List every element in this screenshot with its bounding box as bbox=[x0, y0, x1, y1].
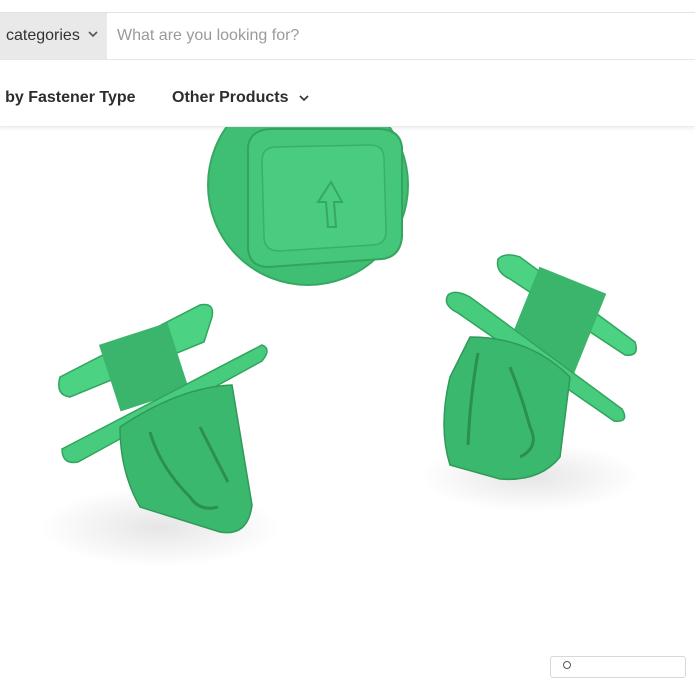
search-input[interactable] bbox=[107, 13, 695, 59]
image-zoom-control[interactable] bbox=[550, 656, 686, 678]
chevron-down-icon bbox=[88, 29, 98, 41]
nav-item-label: Other Products bbox=[172, 89, 289, 106]
nav-item-other-products[interactable]: Other Products bbox=[172, 89, 309, 107]
clip-right bbox=[443, 254, 637, 481]
category-select-label: categories bbox=[6, 27, 80, 44]
search-bar: categories bbox=[0, 13, 695, 60]
top-strip bbox=[0, 0, 695, 13]
nav-item-label: ch by Fastener Type bbox=[0, 89, 136, 106]
main-nav: ch by Fastener Type Other Products bbox=[0, 60, 695, 127]
category-select[interactable]: categories bbox=[0, 13, 107, 59]
nav-item-fastener-type[interactable]: ch by Fastener Type bbox=[0, 89, 136, 107]
clip-top bbox=[207, 84, 409, 286]
chevron-down-icon bbox=[299, 93, 309, 105]
magnifier-icon bbox=[563, 661, 571, 669]
product-image[interactable] bbox=[0, 84, 695, 617]
